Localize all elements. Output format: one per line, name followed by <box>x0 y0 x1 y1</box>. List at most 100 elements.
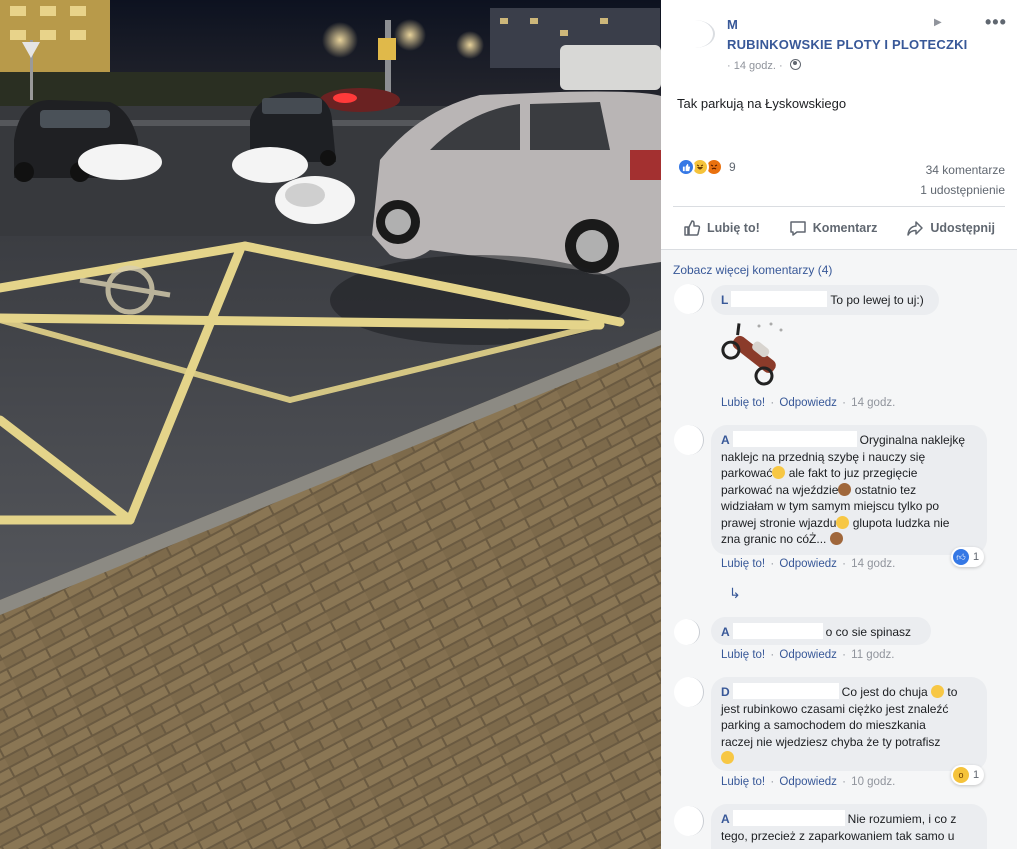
comment-text: widziałam w tym samym miejscu tylko po <box>721 499 940 513</box>
thumbs-up-icon <box>684 220 701 236</box>
comment-actions: Lubię to! · Odpowiedz · 14 godz. <box>721 397 895 409</box>
like-button-label: Lubię to! <box>707 221 760 235</box>
comment-reply-link[interactable]: Odpowiedz <box>779 558 837 570</box>
view-more-comments-link[interactable]: Zobacz więcej komentarzy (4) <box>673 263 832 277</box>
reply-arrow-icon[interactable]: ↳ <box>729 585 741 602</box>
dot-separator: · <box>842 397 846 409</box>
avatar[interactable] <box>674 284 704 314</box>
comment-author[interactable]: A <box>721 625 730 639</box>
comment-button-label: Komentarz <box>812 221 878 235</box>
post-counts: 34 komentarze 1 udostępnienie <box>920 160 1005 200</box>
comment-text-line: prawej stronie wjazdu glupota ludzka nie <box>721 515 977 532</box>
post-photo[interactable] <box>0 0 661 849</box>
comment-reaction-count: 1 <box>973 551 980 563</box>
post-timestamp[interactable]: 14 godz. <box>734 60 776 72</box>
comment-like-link[interactable]: Lubię to! <box>721 649 765 661</box>
comment-author[interactable]: A <box>721 812 730 826</box>
comment-text: To po lewej to uj:) <box>830 293 924 307</box>
comment-reply-link[interactable]: Odpowiedz <box>779 649 837 661</box>
share-button-label: Udostępnij <box>930 221 995 235</box>
comment-text: parkować na wjeździe <box>721 482 839 497</box>
comment-actions: Lubię to! · Odpowiedz · 14 godz. <box>721 558 895 570</box>
avatar[interactable] <box>674 619 700 645</box>
triangle-right-icon: ▶ <box>934 17 942 28</box>
like-icon <box>677 158 695 176</box>
comment-like-link[interactable]: Lubię to! <box>721 397 765 409</box>
redacted-name <box>732 810 845 826</box>
comment-text: ostatnio tez <box>854 482 917 497</box>
globe-icon[interactable] <box>789 59 801 70</box>
redacted-name <box>732 431 857 447</box>
dot-separator: · <box>770 397 775 409</box>
redacted-name <box>732 683 839 699</box>
share-icon <box>907 221 924 236</box>
see-no-evil-monkey-icon <box>838 482 852 496</box>
comment-time[interactable]: 10 godz. <box>851 776 895 788</box>
comment-reactions[interactable]: o 1 <box>951 765 985 785</box>
comment-like-link[interactable]: Lubię to! <box>721 558 765 570</box>
comment-time[interactable]: 11 godz. <box>851 649 894 661</box>
avatar[interactable] <box>674 425 704 455</box>
more-options-icon[interactable]: ••• <box>985 12 1007 33</box>
comment-text: ale fakt to juz przegięcie <box>788 466 918 480</box>
comment-text-line: A Nie rozumiem, i co z <box>721 810 977 828</box>
avatar[interactable] <box>674 806 704 836</box>
comment-actions: Lubię to! · Odpowiedz · 11 godz. <box>721 649 894 661</box>
comment-bubble: Ao co sie spinasz <box>711 617 931 645</box>
post-actions: Lubię to! Komentarz Udostępnij <box>673 212 1005 244</box>
comment-icon <box>790 221 806 236</box>
comment-text: Oryginalna naklejkę <box>859 433 966 447</box>
avatar[interactable] <box>674 677 704 707</box>
dot-separator: · <box>770 649 775 661</box>
reactions-summary[interactable]: 9 <box>677 157 736 177</box>
reactions-count: 9 <box>729 160 736 174</box>
comment-text-line: zna granic no cóŻ... <box>721 531 977 548</box>
motorcycle-sticker-icon[interactable] <box>719 320 791 390</box>
comment-like-link[interactable]: Lubię to! <box>721 776 765 788</box>
comment-reply-link[interactable]: Odpowiedz <box>779 397 837 409</box>
like-button[interactable]: Lubię to! <box>673 212 770 244</box>
comment-text: parkować <box>721 466 773 480</box>
comment-text-line <box>721 750 977 767</box>
comment-time[interactable]: 14 godz. <box>851 558 895 570</box>
comment-bubble: A Oryginalna naklejkę naklejc na przednią… <box>711 425 987 555</box>
comment-author[interactable]: D <box>721 685 730 699</box>
like-icon: 👍︎ <box>953 549 969 565</box>
comment-actions: Lubię to! · Odpowiedz · 10 godz. <box>721 776 895 788</box>
poster-avatar[interactable] <box>675 20 715 48</box>
dot-separator: · <box>842 776 846 788</box>
dot-separator: · <box>727 60 731 72</box>
comment-text: Nie rozumiem, i co z <box>847 812 957 826</box>
post-panel: M ▶ RUBINKOWSKIE PLOTY I PLOTECZKI · 14 … <box>661 0 1017 849</box>
comment-text: tego, przecież z zaparkowaniem tak samo … <box>721 828 955 843</box>
wow-emoji-icon: o <box>953 767 969 783</box>
comment-text: o co sie spinasz <box>825 625 912 639</box>
laughing-emoji-icon <box>931 685 945 698</box>
dot-separator: · <box>770 776 775 788</box>
comment-button[interactable]: Komentarz <box>779 212 888 244</box>
comment-reactions[interactable]: 👍︎ 1 <box>951 547 985 567</box>
actions-divider <box>673 206 1005 207</box>
comment-text: Co jest do chuja <box>841 685 928 699</box>
laughing-emoji-icon <box>772 466 786 479</box>
shares-count[interactable]: 1 udostępnienie <box>920 180 1005 200</box>
comment-text: jest rubinkowo czasami ciężko jest znale… <box>721 701 949 716</box>
dot-separator: · <box>779 60 783 72</box>
comment-author[interactable]: A <box>721 433 730 447</box>
comment-text-line: parkować ale fakt to juz przegięcie <box>721 465 977 482</box>
comment-author[interactable]: L <box>721 293 728 307</box>
comment-reply-link[interactable]: Odpowiedz <box>779 776 837 788</box>
comment-bubble: A Nie rozumiem, i co z tego, przecież z z… <box>711 804 987 849</box>
poster-name[interactable]: M <box>727 17 738 32</box>
share-button[interactable]: Udostępnij <box>896 212 1005 244</box>
see-no-evil-monkey-icon <box>829 532 843 545</box>
redacted-name <box>731 291 828 307</box>
comment-text: raczej nie wjedziesz chyba że ty potrafi… <box>721 734 941 749</box>
comment-text-line: parkować na wjeździe ostatnio tez <box>721 482 977 499</box>
comments-count[interactable]: 34 komentarze <box>920 160 1005 180</box>
comment-reaction-count: 1 <box>973 769 980 781</box>
group-name[interactable]: RUBINKOWSKIE PLOTY I PLOTECZKI <box>727 37 968 52</box>
comment-text: zna granic no cóŻ... <box>721 532 827 546</box>
comment-time[interactable]: 14 godz. <box>851 397 895 409</box>
comment-text: glupota ludzka nie <box>852 515 950 530</box>
